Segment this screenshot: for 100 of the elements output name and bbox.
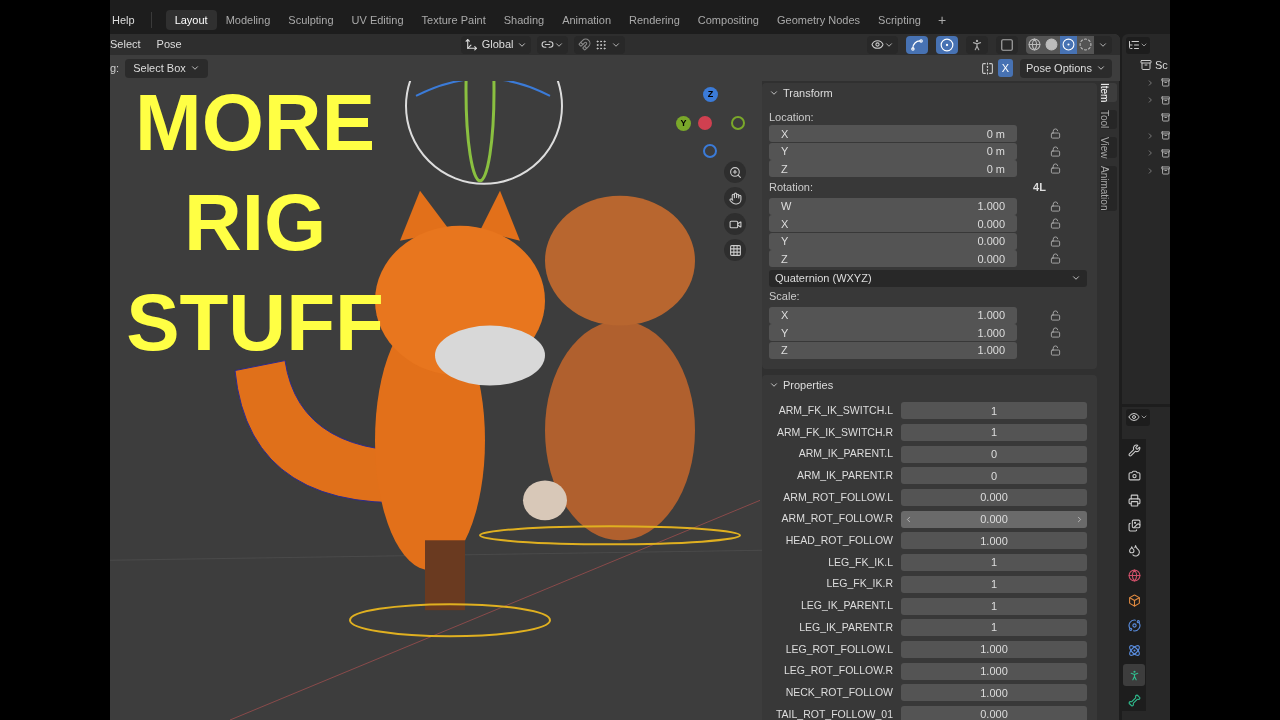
number-field[interactable]: Y 1.000: [769, 324, 1017, 342]
grid-icon: [728, 243, 742, 257]
rendered-icon: [1079, 38, 1092, 51]
property-field[interactable]: 0: [901, 445, 1087, 463]
property-field[interactable]: 1.000: [901, 662, 1087, 680]
property-label: LEG_FK_IK.L: [827, 554, 893, 570]
property-label: ARM_ROT_FOLLOW.R: [780, 511, 893, 527]
number-field[interactable]: Z 0.000: [769, 250, 1017, 268]
property-field[interactable]: 1.000: [901, 532, 1087, 550]
workspace-tab[interactable]: Compositing: [688, 10, 768, 30]
editor-type-dropdown[interactable]: [1126, 408, 1150, 426]
property-field[interactable]: 0: [901, 467, 1087, 485]
rotation-mode-dropdown[interactable]: Quaternion (WXYZ): [769, 269, 1087, 287]
workspace-tab[interactable]: Shading: [494, 10, 554, 30]
workspace-tab[interactable]: Sculpting: [279, 10, 343, 30]
collection-icon[interactable]: [1160, 77, 1170, 89]
menu-item[interactable]: Select: [110, 36, 157, 53]
property-field[interactable]: 1: [901, 597, 1087, 615]
workspace-tab[interactable]: Modeling: [216, 10, 280, 30]
lock-icon[interactable]: [1050, 218, 1061, 230]
collection-icon[interactable]: [1160, 94, 1170, 106]
number-field[interactable]: X 0 m: [769, 125, 1017, 143]
lock-icon[interactable]: [1050, 200, 1061, 212]
collection-icon: [1140, 59, 1152, 71]
mirror-x-toggle[interactable]: X: [997, 59, 1013, 77]
property-label: LEG_ROT_FOLLOW.L: [784, 641, 893, 657]
number-field[interactable]: X 0.000: [769, 215, 1017, 233]
property-label: HEAD_ROT_FOLLOW: [784, 533, 893, 549]
collection-icon[interactable]: [1160, 147, 1170, 159]
property-field[interactable]: 1: [901, 619, 1087, 637]
lock-icon[interactable]: [1050, 235, 1061, 247]
grid-icon: [595, 38, 608, 51]
viewport-toggle[interactable]: [966, 35, 988, 54]
workspace-tab[interactable]: Scripting: [869, 10, 930, 30]
number-field[interactable]: Y 0 m: [769, 142, 1017, 160]
visibility-dropdown[interactable]: [867, 35, 898, 54]
shading-mode-button[interactable]: [1026, 35, 1043, 54]
hand-icon: [728, 191, 742, 205]
pose-options-dropdown[interactable]: Pose Options: [1019, 58, 1112, 78]
lock-icon[interactable]: [1050, 253, 1061, 265]
orientation-dropdown[interactable]: Global: [460, 35, 532, 54]
outliner-item[interactable]: Sc: [1155, 56, 1168, 74]
sidebar-tab[interactable]: Animation: [1099, 166, 1117, 211]
number-field[interactable]: Z 1.000: [769, 341, 1017, 359]
lock-icon[interactable]: [1050, 145, 1061, 157]
workspace-tab[interactable]: UV Editing: [342, 10, 413, 30]
property-field[interactable]: 1: [901, 424, 1087, 442]
number-field[interactable]: W 1.000: [769, 197, 1017, 215]
camera-icon: [1127, 468, 1141, 482]
magnet-icon: [578, 38, 592, 51]
number-field[interactable]: X 1.000: [769, 306, 1017, 324]
pivot-dropdown[interactable]: [537, 35, 569, 54]
shading-mode-button[interactable]: [1043, 35, 1060, 54]
add-workspace-button[interactable]: +: [929, 9, 955, 31]
panel-header[interactable]: Transform: [769, 83, 1090, 103]
lock-icon[interactable]: [1050, 309, 1061, 321]
viewport-toggle[interactable]: [906, 35, 928, 54]
property-field[interactable]: 1.000: [901, 640, 1087, 658]
property-field[interactable]: 1.000: [901, 684, 1087, 702]
lock-icon[interactable]: [1050, 128, 1061, 140]
sidebar-tab[interactable]: View: [1099, 136, 1117, 159]
eye-icon: [871, 38, 884, 51]
property-label: ARM_IK_PARENT.R: [795, 468, 893, 484]
property-field[interactable]: 0.000: [901, 705, 1087, 720]
property-field[interactable]: 1: [901, 554, 1087, 572]
property-field[interactable]: 1: [901, 575, 1087, 593]
sidebar-tab[interactable]: Tool: [1099, 110, 1117, 129]
workspace-tab[interactable]: Texture Paint: [412, 10, 495, 30]
number-field[interactable]: Y 0.000: [769, 232, 1017, 250]
overlay-title: STUFF: [126, 277, 384, 369]
snap-dropdown[interactable]: [574, 35, 626, 54]
viewport-toggle[interactable]: [936, 35, 958, 54]
collection-icon[interactable]: [1160, 130, 1170, 142]
caret-icon: [1140, 413, 1148, 421]
collection-icon[interactable]: [1160, 165, 1170, 177]
property-field[interactable]: 1: [901, 402, 1087, 420]
workspace-tab[interactable]: Layout: [165, 10, 217, 30]
lock-mode-label[interactable]: 4L: [1033, 179, 1046, 196]
workspace-tab[interactable]: Geometry Nodes: [767, 10, 870, 30]
lock-icon[interactable]: [1050, 344, 1061, 356]
panel-header[interactable]: Properties: [769, 375, 1090, 395]
lock-icon[interactable]: [1050, 327, 1061, 339]
display-mode-dropdown[interactable]: [1126, 36, 1150, 54]
number-field[interactable]: Z 0 m: [769, 160, 1017, 178]
properties-tab[interactable]: [1123, 664, 1145, 686]
caret-icon: [189, 63, 200, 73]
menu-item[interactable]: Help: [110, 11, 137, 29]
property-label: NECK_ROT_FOLLOW: [784, 684, 893, 700]
shading-mode-button[interactable]: [1060, 35, 1077, 54]
property-field[interactable]: 0.000: [901, 489, 1087, 507]
sidebar-tab[interactable]: Item: [1099, 83, 1117, 103]
tool-dropdown[interactable]: Select Box: [125, 58, 208, 78]
link-icon: [541, 38, 555, 51]
lock-icon[interactable]: [1050, 163, 1061, 175]
menu-item[interactable]: Pose: [156, 36, 198, 53]
workspace-tab[interactable]: Rendering: [620, 10, 689, 30]
workspace-tab[interactable]: Animation: [553, 10, 621, 30]
viewport-toggle[interactable]: [996, 35, 1018, 54]
collection-icon[interactable]: [1160, 112, 1170, 124]
bone-icon: [1127, 693, 1141, 707]
